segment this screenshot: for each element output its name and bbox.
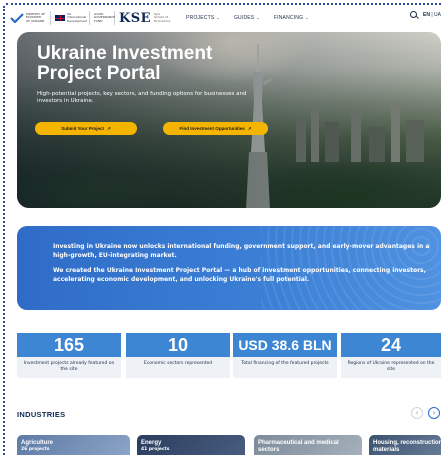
- kse-logo-text: KSE: [119, 10, 152, 26]
- industry-card-title: Housing, reconstruction and building mat…: [373, 440, 441, 453]
- chevron-down-icon: ⌄: [216, 15, 220, 20]
- carousel-prev-button[interactable]: ‹: [411, 407, 423, 419]
- intro-banner: Investing in Ukraine now unlocks interna…: [17, 226, 441, 310]
- checkmark-logo-icon: [10, 13, 24, 23]
- main-nav: PROJECTS ⌄ GUIDES ⌄ FINANCING ⌄: [186, 15, 309, 21]
- industry-card-title: Pharmaceutical and medical sectors: [258, 440, 339, 453]
- industry-card-energy[interactable]: Energy 41 projects: [137, 435, 245, 455]
- dotted-border-top: [6, 3, 441, 5]
- uk-aid-text: UK International Development: [67, 11, 88, 23]
- industry-card-count: 41 projects: [141, 447, 170, 452]
- nav-financing-label: FINANCING: [273, 15, 304, 21]
- find-opportunities-button[interactable]: Find Investment Opportunities ↗: [163, 122, 268, 135]
- nav-projects-label: PROJECTS: [186, 15, 215, 21]
- industry-card-count: 26 projects: [21, 447, 50, 452]
- nav-projects[interactable]: PROJECTS ⌄: [186, 15, 220, 21]
- stat-value-sectors: 10: [126, 333, 230, 357]
- uk-aid-logo: UK International Development: [51, 11, 90, 25]
- intro-paragraph-1: Investing in Ukraine now unlocks interna…: [53, 243, 430, 259]
- language-switcher[interactable]: EN | UA: [423, 12, 441, 18]
- good-governance-text: GOOD GOVERNANCE FUND: [94, 11, 116, 23]
- ministry-logo: MINISTRY OF ECONOMY OF UKRAINE: [10, 11, 51, 25]
- arrow-up-right-icon: ↗: [107, 125, 111, 131]
- lang-en[interactable]: EN: [423, 12, 430, 18]
- nav-guides-label: GUIDES: [233, 15, 255, 21]
- industry-card-title: Energy: [141, 440, 162, 446]
- stat-value-projects: 165: [17, 333, 121, 357]
- dotted-border-left: [3, 6, 5, 455]
- industry-card-housing[interactable]: Housing, reconstruction and building mat…: [369, 435, 441, 455]
- industry-card-agriculture[interactable]: Agriculture 26 projects: [17, 435, 130, 455]
- arrow-up-right-icon: ↗: [247, 125, 252, 131]
- intro-paragraph-2: We created the Ukraine Investment Projec…: [53, 267, 426, 283]
- kse-logo-subtext: Kyiv School of Economics: [154, 11, 171, 23]
- stat-caption-regions: Regions of Ukraine represented on the si…: [347, 361, 435, 372]
- carousel-next-button[interactable]: ›: [428, 407, 440, 419]
- hero-subtitle: High-potential projects, key sectors, an…: [37, 91, 247, 104]
- submit-project-label: Submit Your Project: [61, 126, 105, 131]
- search-icon[interactable]: [410, 11, 418, 18]
- header-tools: EN | UA: [410, 11, 441, 18]
- hero-title: Ukraine Investment Project Portal: [37, 43, 213, 84]
- nav-financing[interactable]: FINANCING ⌄: [274, 15, 309, 21]
- kse-logo: KSE Kyiv School of Economics: [115, 10, 171, 26]
- ministry-logo-text: MINISTRY OF ECONOMY OF UKRAINE: [26, 11, 46, 23]
- uk-flag-icon: [55, 15, 65, 21]
- industry-card-pharma[interactable]: Pharmaceutical and medical sectors: [254, 435, 362, 455]
- partner-logos[interactable]: MINISTRY OF ECONOMY OF UKRAINE UK Intern…: [10, 10, 171, 26]
- stat-value-regions: 24: [341, 333, 441, 357]
- site-header: MINISTRY OF ECONOMY OF UKRAINE UK Intern…: [10, 8, 441, 28]
- stat-caption-projects: Investment projects already featured on …: [23, 361, 115, 372]
- industries-title: INDUSTRIES: [17, 410, 66, 419]
- chevron-right-icon: ›: [432, 409, 436, 417]
- stat-value-financing: USD 38.6 BLN: [233, 333, 337, 357]
- chevron-left-icon: ‹: [415, 409, 419, 417]
- lang-ua[interactable]: UA: [434, 12, 441, 18]
- good-governance-logo: GOOD GOVERNANCE FUND: [90, 11, 115, 25]
- find-opportunities-label: Find Investment Opportunities: [179, 126, 245, 131]
- chevron-down-icon: ⌄: [305, 15, 309, 20]
- submit-project-button[interactable]: Submit Your Project ↗: [35, 122, 137, 135]
- nav-guides[interactable]: GUIDES ⌄: [234, 15, 260, 21]
- chevron-down-icon: ⌄: [256, 15, 260, 20]
- stat-caption-sectors: Economic sectors represented: [143, 361, 213, 366]
- stat-caption-financing: Total financing of the featured projects: [241, 361, 329, 366]
- industry-card-title: Agriculture: [21, 440, 54, 446]
